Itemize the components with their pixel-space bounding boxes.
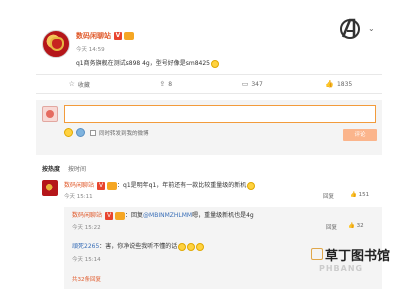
watermark: 草丁图书馆 PHBANG	[311, 246, 403, 276]
post-username[interactable]: 数码闲聊站 V	[76, 31, 134, 41]
also-repost-label: 同时转发到我的微博	[99, 130, 149, 137]
reply-like-button[interactable]: 👍 32	[348, 223, 364, 229]
thumbs-up-icon: 👍	[350, 192, 357, 198]
post-header: 数码闲聊站 V 今天 14:59 q1商务旗舰在测试s898 4g，型号好像是sm…	[0, 0, 410, 70]
comment-sort-tabs: 按热度 按时间	[42, 164, 86, 173]
also-repost-checkbox[interactable]	[90, 129, 96, 136]
verified-badge-icon: V	[114, 32, 122, 40]
watermark-logo-icon	[311, 248, 323, 260]
avengers-logo-icon[interactable]	[338, 18, 362, 40]
comment-button[interactable]: ▭ 347	[209, 75, 296, 93]
comment-compose: 同时转发到我的微博 评论	[36, 100, 382, 155]
reply-username[interactable]: 数码闲聊站	[72, 212, 102, 219]
reply-text: 数码闲聊站 V ：回复@MBINMZHLMM嗯，重量级新机也是4g	[72, 211, 254, 220]
star-icon: ☆	[68, 80, 75, 88]
post-action-bar: ☆ 收藏 ⇪ 8 ▭ 347 👍 1835	[36, 74, 382, 94]
post-text: q1商务旗舰在测试s898 4g，型号好像是sm8425	[76, 58, 219, 68]
post-time: 今天 14:59	[76, 47, 105, 53]
emoji-icon	[210, 59, 219, 68]
avatar[interactable]	[42, 30, 70, 58]
watermark-sub: PHBANG	[319, 264, 364, 273]
watermark-title: 草丁图书馆	[325, 249, 391, 264]
comment-input[interactable]	[64, 105, 376, 123]
emoji-icon[interactable]	[64, 128, 73, 137]
tab-time[interactable]: 按时间	[68, 164, 86, 173]
submit-comment-button[interactable]: 评论	[343, 129, 377, 141]
mention-link[interactable]: @MBINMZHLMM	[143, 212, 192, 219]
tab-hot[interactable]: 按热度	[42, 164, 60, 173]
image-icon[interactable]	[76, 128, 85, 137]
reply-username[interactable]: 頑死2265	[72, 243, 99, 250]
comment-icon: ▭	[241, 80, 249, 88]
emoji-icon	[187, 242, 196, 251]
reply-time: 今天 15:14	[72, 257, 101, 263]
vip-badge-icon	[124, 32, 134, 40]
avatar[interactable]	[42, 180, 58, 196]
favorite-button[interactable]: ☆ 收藏	[36, 75, 123, 93]
repost-button[interactable]: ⇪ 8	[123, 75, 210, 93]
comment-like-button[interactable]: 👍 151	[350, 192, 369, 198]
repost-icon: ⇪	[159, 80, 166, 88]
emoji-icon	[178, 242, 187, 251]
compose-tools: 同时转发到我的微博	[64, 128, 149, 137]
more-replies-link[interactable]: 共32条回复	[72, 275, 101, 283]
emoji-icon	[196, 242, 205, 251]
verified-badge-icon: V	[97, 181, 106, 190]
vip-badge-icon	[115, 211, 126, 220]
comment-username[interactable]: 数码闲聊站	[64, 182, 94, 189]
like-button[interactable]: 👍 1835	[296, 75, 383, 93]
reply-time: 今天 15:22	[72, 225, 101, 231]
comment-time: 今天 15:11	[64, 194, 93, 200]
emoji-icon	[247, 181, 256, 190]
thumbs-up-icon: 👍	[348, 223, 355, 229]
thumbs-up-icon: 👍	[325, 80, 334, 88]
vip-badge-icon	[107, 181, 118, 190]
avatar[interactable]	[42, 106, 58, 122]
reply-button[interactable]: 回复	[326, 223, 337, 231]
reply-button[interactable]: 回复	[323, 192, 334, 200]
chevron-down-icon[interactable]: ⌄	[368, 24, 375, 33]
reply-text: 頑死2265：害，你净说些我听不懂的话	[72, 241, 205, 251]
verified-badge-icon: V	[105, 211, 114, 220]
comment-text: 数码闲聊站 V ：q1是明年q1，年前还有一款比较重量级的新机	[64, 180, 256, 190]
